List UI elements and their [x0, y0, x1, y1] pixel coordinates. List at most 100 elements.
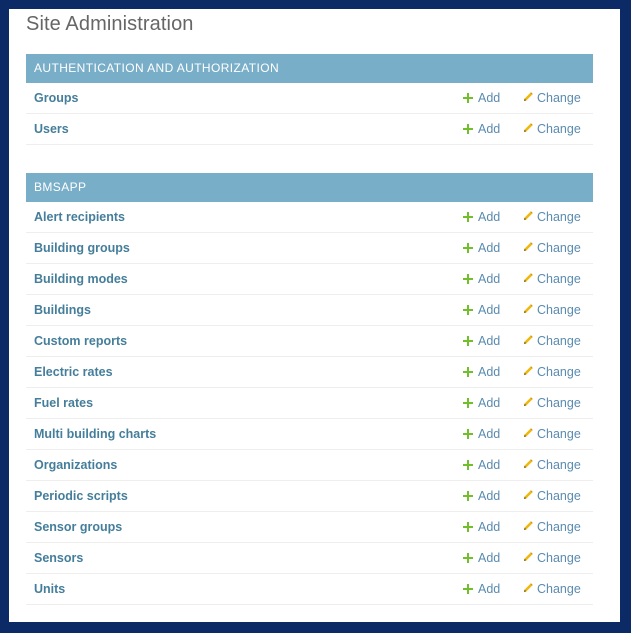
model-list: Alert recipients Add Change Building groups… — [26, 202, 593, 605]
change-button[interactable]: Change — [522, 450, 581, 481]
pencil-icon — [522, 265, 534, 282]
add-button[interactable]: Add — [463, 114, 500, 145]
add-label: Add — [478, 303, 501, 317]
model-row-fuel-rates: Fuel rates Add Change — [26, 388, 593, 419]
plus-icon — [463, 336, 473, 346]
pencil-icon — [522, 513, 534, 530]
module-bmsapp: BMSAPP Alert recipients Add Change Building… — [26, 173, 593, 605]
change-button[interactable]: Change — [522, 114, 581, 145]
change-label: Change — [537, 365, 581, 379]
add-label: Add — [478, 272, 501, 286]
change-button[interactable]: Change — [522, 295, 581, 326]
add-button[interactable]: Add — [463, 202, 500, 233]
pencil-icon — [522, 575, 534, 592]
pencil-icon — [522, 115, 534, 132]
change-button[interactable]: Change — [522, 357, 581, 388]
model-link-electric-rates[interactable]: Electric rates — [34, 357, 113, 388]
model-link-fuel-rates[interactable]: Fuel rates — [34, 388, 93, 419]
add-button[interactable]: Add — [463, 512, 500, 543]
add-button[interactable]: Add — [463, 295, 500, 326]
add-button[interactable]: Add — [463, 264, 500, 295]
change-label: Change — [537, 303, 581, 317]
change-label: Change — [537, 334, 581, 348]
add-label: Add — [478, 582, 501, 596]
change-button[interactable]: Change — [522, 326, 581, 357]
model-link-multi-building-charts[interactable]: Multi building charts — [34, 419, 156, 450]
change-label: Change — [537, 272, 581, 286]
pencil-icon — [522, 389, 534, 406]
add-label: Add — [478, 427, 501, 441]
change-label: Change — [537, 122, 581, 136]
add-button[interactable]: Add — [463, 357, 500, 388]
add-label: Add — [478, 241, 501, 255]
add-label: Add — [478, 551, 501, 565]
change-button[interactable]: Change — [522, 83, 581, 114]
add-label: Add — [478, 210, 501, 224]
plus-icon — [463, 522, 473, 532]
change-button[interactable]: Change — [522, 419, 581, 450]
model-link-building-modes[interactable]: Building modes — [34, 264, 128, 295]
change-label: Change — [537, 91, 581, 105]
plus-icon — [463, 243, 473, 253]
change-button[interactable]: Change — [522, 481, 581, 512]
change-button[interactable]: Change — [522, 512, 581, 543]
model-row-organizations: Organizations Add Change — [26, 450, 593, 481]
model-link-building-groups[interactable]: Building groups — [34, 233, 130, 264]
add-button[interactable]: Add — [463, 83, 500, 114]
add-label: Add — [478, 458, 501, 472]
model-link-sensor-groups[interactable]: Sensor groups — [34, 512, 122, 543]
model-link-periodic-scripts[interactable]: Periodic scripts — [34, 481, 128, 512]
model-row-sensor-groups: Sensor groups Add Change — [26, 512, 593, 543]
change-button[interactable]: Change — [522, 233, 581, 264]
model-link-users[interactable]: Users — [34, 114, 69, 145]
change-button[interactable]: Change — [522, 388, 581, 419]
change-button[interactable]: Change — [522, 202, 581, 233]
model-link-sensors[interactable]: Sensors — [34, 543, 83, 574]
model-row-periodic-scripts: Periodic scripts Add Change — [26, 481, 593, 512]
plus-icon — [463, 305, 473, 315]
add-button[interactable]: Add — [463, 450, 500, 481]
pencil-icon — [522, 420, 534, 437]
model-row-alert-recipients: Alert recipients Add Change — [26, 202, 593, 233]
change-label: Change — [537, 210, 581, 224]
model-row-building-modes: Building modes Add Change — [26, 264, 593, 295]
plus-icon — [463, 491, 473, 501]
model-row-buildings: Buildings Add Change — [26, 295, 593, 326]
model-row-building-groups: Building groups Add Change — [26, 233, 593, 264]
change-label: Change — [537, 489, 581, 503]
add-label: Add — [478, 365, 501, 379]
model-row-custom-reports: Custom reports Add Change — [26, 326, 593, 357]
model-link-custom-reports[interactable]: Custom reports — [34, 326, 127, 357]
pencil-icon — [522, 84, 534, 101]
plus-icon — [463, 274, 473, 284]
model-link-alert-recipients[interactable]: Alert recipients — [34, 202, 125, 233]
model-link-buildings[interactable]: Buildings — [34, 295, 91, 326]
change-button[interactable]: Change — [522, 264, 581, 295]
add-button[interactable]: Add — [463, 233, 500, 264]
change-label: Change — [537, 427, 581, 441]
change-button[interactable]: Change — [522, 574, 581, 605]
model-list: Groups Add Change Users Add Change — [26, 83, 593, 145]
add-label: Add — [478, 334, 501, 348]
change-label: Change — [537, 396, 581, 410]
add-button[interactable]: Add — [463, 543, 500, 574]
change-button[interactable]: Change — [522, 543, 581, 574]
plus-icon — [463, 553, 473, 563]
plus-icon — [463, 124, 473, 134]
model-link-organizations[interactable]: Organizations — [34, 450, 117, 481]
change-label: Change — [537, 520, 581, 534]
add-button[interactable]: Add — [463, 388, 500, 419]
model-row-sensors: Sensors Add Change — [26, 543, 593, 574]
page-title: Site Administration — [26, 13, 194, 35]
change-label: Change — [537, 551, 581, 565]
module-authentication-and-authorization: AUTHENTICATION AND AUTHORIZATION Groups A… — [26, 54, 593, 145]
add-button[interactable]: Add — [463, 326, 500, 357]
add-button[interactable]: Add — [463, 419, 500, 450]
add-button[interactable]: Add — [463, 574, 500, 605]
model-link-groups[interactable]: Groups — [34, 83, 78, 114]
model-link-units[interactable]: Units — [34, 574, 65, 605]
add-button[interactable]: Add — [463, 481, 500, 512]
model-row-users: Users Add Change — [26, 114, 593, 145]
pencil-icon — [522, 327, 534, 344]
plus-icon — [463, 367, 473, 377]
